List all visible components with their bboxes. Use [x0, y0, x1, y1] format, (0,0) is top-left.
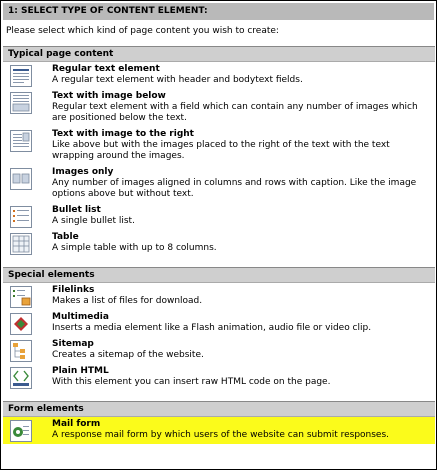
item-desc: Creates a sitemap of the website.: [52, 350, 204, 360]
group-title-form: Form elements: [3, 402, 435, 417]
multimedia-icon: [10, 313, 32, 335]
item-desc: A regular text element with header and b…: [52, 75, 303, 85]
item-title: Bullet list: [52, 205, 101, 215]
item-plain-html[interactable]: Plain HTML With this element you can ins…: [3, 364, 435, 391]
item-desc: Makes a list of files for download.: [52, 296, 203, 306]
bullet-list-icon: [10, 206, 32, 228]
item-desc: Any number of images aligned in columns …: [52, 178, 417, 199]
text-image-below-icon: [10, 92, 32, 114]
item-desc: Regular text element with a field which …: [52, 102, 418, 123]
intro-text: Please select which kind of page content…: [6, 26, 279, 36]
images-icon: [10, 168, 32, 190]
item-title: Regular text element: [52, 64, 160, 74]
html-icon: [10, 367, 32, 389]
group-form: Form elements Mail form A response mail …: [3, 401, 435, 444]
item-table[interactable]: Table A simple table with up to 8 column…: [3, 230, 435, 257]
item-regular-text[interactable]: Regular text element A regular text elem…: [3, 62, 435, 89]
filelinks-icon: [10, 286, 32, 308]
item-desc: Like above but with the images placed to…: [52, 140, 390, 161]
group-title-special: Special elements: [3, 268, 435, 283]
item-text-image-right[interactable]: Text with image to the right Like above …: [3, 127, 435, 165]
item-title: Multimedia: [52, 312, 109, 322]
content-wizard: 1: SELECT TYPE OF CONTENT ELEMENT: Pleas…: [0, 0, 437, 470]
item-desc: A response mail form by which users of t…: [52, 430, 390, 440]
item-title: Sitemap: [52, 339, 94, 349]
item-desc: With this element you can insert raw HTM…: [52, 377, 331, 387]
item-title: Table: [52, 232, 79, 242]
item-sitemap[interactable]: Sitemap Creates a sitemap of the website…: [3, 337, 435, 364]
item-bullet-list[interactable]: Bullet list A single bullet list.: [3, 203, 435, 230]
item-title: Images only: [52, 167, 114, 177]
item-multimedia[interactable]: Multimedia Inserts a media element like …: [3, 310, 435, 337]
item-desc: A simple table with up to 8 columns.: [52, 243, 217, 253]
item-title: Mail form: [52, 419, 101, 429]
item-desc: Inserts a media element like a Flash ani…: [52, 323, 372, 333]
item-title: Filelinks: [52, 285, 95, 295]
item-mail-form[interactable]: Mail form A response mail form by which …: [3, 417, 435, 444]
item-title: Text with image to the right: [52, 129, 194, 139]
item-title: Plain HTML: [52, 366, 109, 376]
group-title-typical: Typical page content: [3, 47, 435, 62]
group-typical: Typical page content Regular text elemen…: [3, 46, 435, 267]
mail-form-icon: [10, 420, 32, 442]
item-filelinks[interactable]: Filelinks Makes a list of files for down…: [3, 283, 435, 310]
text-image-right-icon: [10, 130, 32, 152]
table-icon: [10, 233, 32, 255]
item-text-image-below[interactable]: Text with image below Regular text eleme…: [3, 89, 435, 127]
sitemap-icon: [10, 340, 32, 362]
item-title: Text with image below: [52, 91, 166, 101]
item-desc: A single bullet list.: [52, 216, 135, 226]
item-images-only[interactable]: Images only Any number of images aligned…: [3, 165, 435, 203]
text-icon: [10, 65, 32, 87]
group-special: Special elements Filelinks Makes a list …: [3, 267, 435, 401]
step-title: 1: SELECT TYPE OF CONTENT ELEMENT:: [3, 3, 434, 20]
